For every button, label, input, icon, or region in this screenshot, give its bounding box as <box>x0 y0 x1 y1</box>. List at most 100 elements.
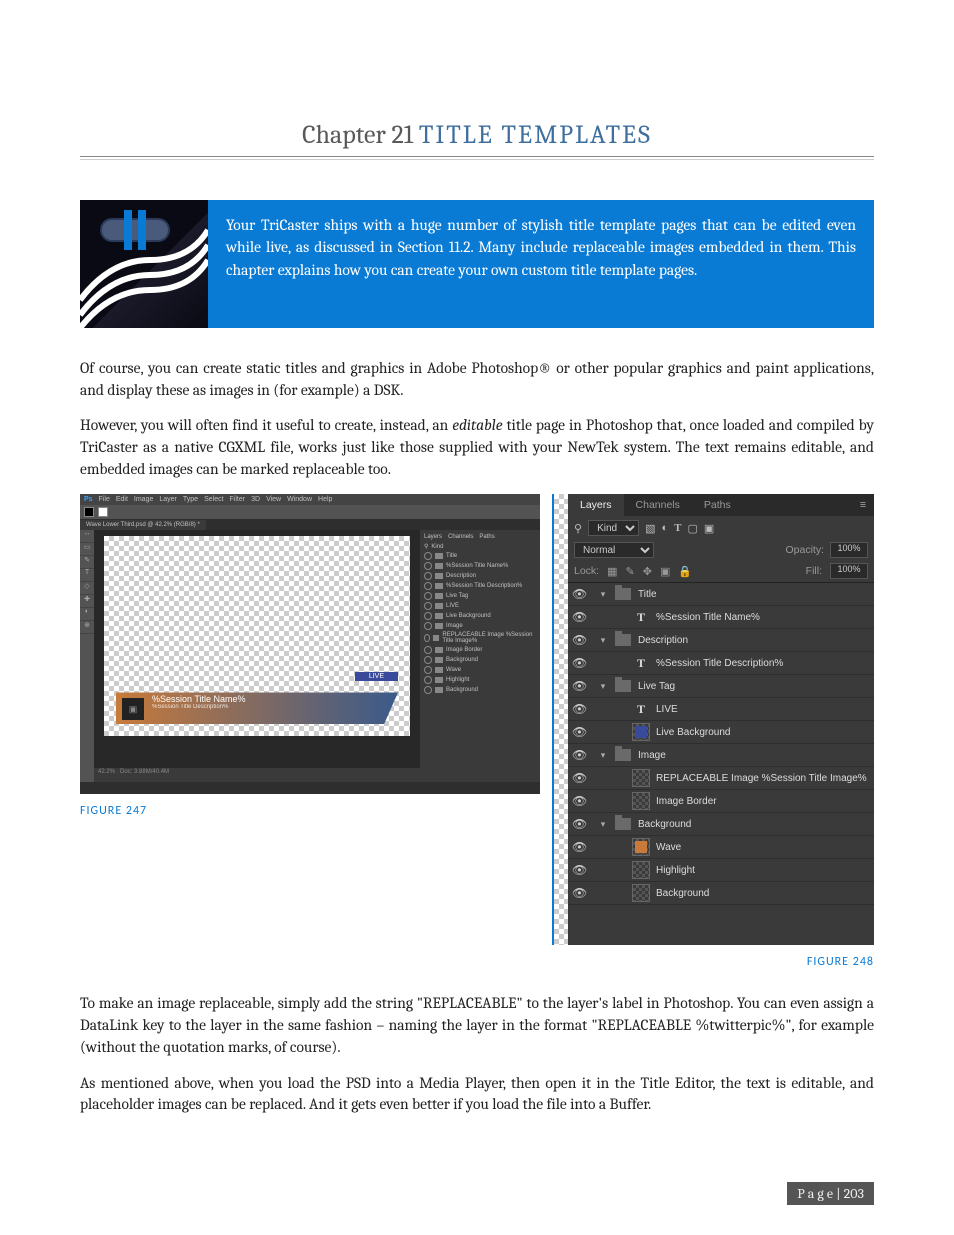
layer-row[interactable]: 👁 Background <box>568 882 874 905</box>
layer-row[interactable]: 👁TLIVE <box>568 698 874 721</box>
lock-artboard-icon[interactable]: ▣ <box>660 565 670 578</box>
layer-row[interactable]: 👁T%Session Title Name% <box>568 606 874 629</box>
paragraph-1: Of course, you can create static titles … <box>80 358 874 401</box>
visibility-eye-icon[interactable]: 👁 <box>572 863 586 877</box>
ps-mini-layer-row: LIVE <box>422 601 538 611</box>
tab-paths[interactable]: Paths <box>692 494 743 516</box>
layer-label: Live Background <box>656 727 731 738</box>
swatch-icon <box>98 507 108 517</box>
figure-248: Layers Channels Paths ≡ ⚲ Kind ▧ ◐ T ▢ <box>552 494 874 969</box>
panel-menu-icon[interactable]: ≡ <box>852 499 874 511</box>
tab-layers[interactable]: Layers <box>568 494 624 516</box>
checker-strip <box>552 494 568 945</box>
lock-label: Lock: <box>574 565 599 577</box>
chapter-title-text: TITLE TEMPLATES <box>419 120 652 150</box>
ps-menu-item: Help <box>318 496 332 503</box>
layer-row[interactable]: 👁 Live Background <box>568 721 874 744</box>
layer-row[interactable]: 👁T%Session Title Description% <box>568 652 874 675</box>
visibility-eye-icon[interactable]: 👁 <box>572 817 586 831</box>
disclosure-arrow-icon[interactable]: ▾ <box>598 750 608 761</box>
filter-smart-icon[interactable]: ▣ <box>704 522 714 535</box>
layer-row[interactable]: 👁 ▾ Background <box>568 813 874 836</box>
ps-menu-item: Type <box>183 496 198 503</box>
layer-list: 👁▾Title👁T%Session Title Name%👁▾Descripti… <box>568 583 874 905</box>
blend-mode-select[interactable]: Normal <box>574 542 654 558</box>
ps-side-panel: Layers Channels Paths ⚲Kind Title%Sessio… <box>420 530 540 782</box>
folder-icon <box>614 748 632 762</box>
filter-adjust-icon[interactable]: ◐ <box>661 522 668 534</box>
ps-menubar: PsFileEditImageLayerTypeSelectFilter3DVi… <box>80 494 540 505</box>
layer-row[interactable]: 👁▾Title <box>568 583 874 606</box>
visibility-eye-icon[interactable]: 👁 <box>572 610 586 624</box>
ps-mini-layer-row: Wave <box>422 665 538 675</box>
layer-label: Image <box>638 750 666 761</box>
visibility-eye-icon[interactable]: 👁 <box>572 633 586 647</box>
layer-row[interactable]: 👁 ▾ Image <box>568 744 874 767</box>
layer-row[interactable]: 👁▾Live Tag <box>568 675 874 698</box>
intro-row: Your TriCaster ships with a huge number … <box>80 200 874 328</box>
layer-row[interactable]: 👁Wave <box>568 836 874 859</box>
visibility-eye-icon[interactable]: 👁 <box>572 748 586 762</box>
disclosure-arrow-icon[interactable]: ▾ <box>598 635 608 646</box>
ps-mini-layer-row: Image <box>422 621 538 631</box>
fill-label: Fill: <box>806 565 822 577</box>
fill-input[interactable]: 100% <box>830 563 868 579</box>
lt-description: %Session Title Description% <box>152 704 398 710</box>
ps-mini-layer-row: %Session Title Description% <box>422 581 538 591</box>
lock-trans-icon[interactable]: ▦ <box>607 565 617 578</box>
kind-select[interactable]: Kind <box>588 520 639 536</box>
visibility-eye-icon[interactable]: 👁 <box>572 702 586 716</box>
ps-menu-item: Select <box>204 496 223 503</box>
tab-channels[interactable]: Channels <box>624 494 692 516</box>
lock-paint-icon[interactable]: ✎ <box>626 565 635 578</box>
visibility-eye-icon[interactable]: 👁 <box>572 587 586 601</box>
visibility-eye-icon[interactable]: 👁 <box>572 656 586 670</box>
lock-all-icon[interactable]: 🔒 <box>678 565 692 578</box>
visibility-eye-icon[interactable]: 👁 <box>572 725 586 739</box>
layers-panel: Layers Channels Paths ≡ ⚲ Kind ▧ ◐ T ▢ <box>568 494 874 945</box>
layer-label: Background <box>656 888 709 899</box>
filter-pixel-icon[interactable]: ▧ <box>645 522 655 535</box>
layer-row[interactable]: 👁Highlight <box>568 859 874 882</box>
layer-label: Background <box>638 819 691 830</box>
visibility-eye-icon[interactable]: 👁 <box>572 771 586 785</box>
folder-icon <box>614 587 632 601</box>
layer-thumbnail <box>632 794 650 808</box>
layer-row[interactable]: 👁Image Border <box>568 790 874 813</box>
ps-side-tab: Paths <box>479 534 494 540</box>
ps-zoom: 42.2% <box>98 769 115 775</box>
ps-menu-item: Window <box>287 496 312 503</box>
disclosure-arrow-icon[interactable]: ▾ <box>598 681 608 692</box>
visibility-eye-icon[interactable]: 👁 <box>572 794 586 808</box>
visibility-eye-icon[interactable]: 👁 <box>572 840 586 854</box>
page-footer: P a g e | 203 <box>787 1182 874 1205</box>
ps-document-tab: Wave Lower Third.psd @ 42.2% (RGB/8) * <box>80 520 206 530</box>
blend-row: Normal Opacity: 100% <box>568 540 874 560</box>
ps-menu-item: File <box>99 496 110 503</box>
layer-row[interactable]: 👁▾Description <box>568 629 874 652</box>
filter-shape-icon[interactable]: ▢ <box>687 522 697 535</box>
layers-panel-tabs: Layers Channels Paths ≡ <box>568 494 874 516</box>
lock-move-icon[interactable]: ✥ <box>643 565 652 578</box>
opacity-input[interactable]: 100% <box>830 542 868 558</box>
layer-thumbnail <box>632 863 650 877</box>
text-layer-icon: T <box>632 702 650 716</box>
intro-callout: Your TriCaster ships with a huge number … <box>208 200 874 328</box>
visibility-eye-icon[interactable]: 👁 <box>572 679 586 693</box>
ps-mini-layer-row: Background <box>422 655 538 665</box>
disclosure-arrow-icon[interactable]: ▾ <box>598 819 608 830</box>
ps-menu-item: Filter <box>230 496 246 503</box>
ps-mini-layer-row: %Session Title Name% <box>422 561 538 571</box>
lower-third-preview: LIVE ▣ %Session Title Name% %Session Tit… <box>116 682 398 724</box>
filter-text-icon[interactable]: T <box>674 522 681 534</box>
ps-doc-size: Doc: 3.88M/40.4M <box>120 769 169 775</box>
figure-247: PsFileEditImageLayerTypeSelectFilter3DVi… <box>80 494 540 818</box>
ps-mini-layer-row: Image Border <box>422 645 538 655</box>
camera-icon: ▣ <box>122 698 144 720</box>
visibility-eye-icon[interactable]: 👁 <box>572 886 586 900</box>
disclosure-arrow-icon[interactable]: ▾ <box>598 589 608 600</box>
opacity-label: Opacity: <box>785 544 824 556</box>
layer-row[interactable]: 👁REPLACEABLE Image %Session Title Image% <box>568 767 874 790</box>
paragraph-2: However, you will often find it useful t… <box>80 415 874 480</box>
ps-canvas: LIVE ▣ %Session Title Name% %Session Tit… <box>104 536 410 736</box>
